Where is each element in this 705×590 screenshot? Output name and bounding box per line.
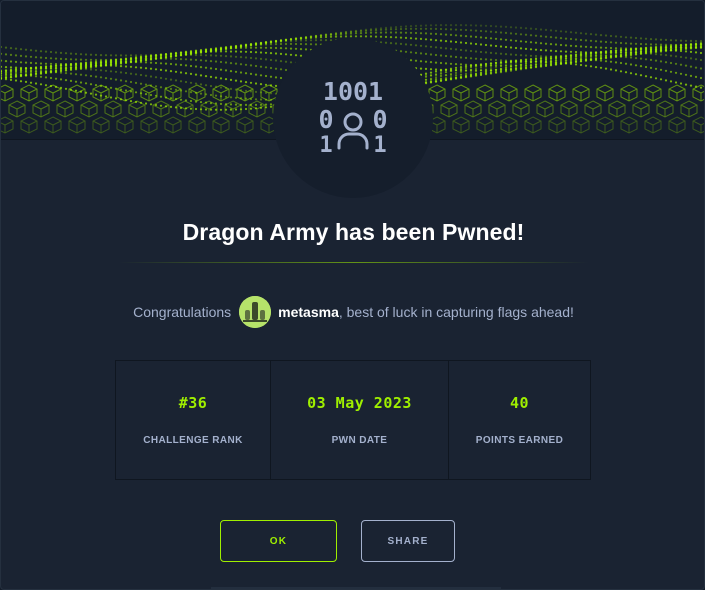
stat-label: POINTS EARNED: [475, 435, 564, 446]
share-button[interactable]: SHARE: [361, 520, 455, 562]
svg-text:0: 0: [318, 105, 333, 134]
pwned-modal: 1001 0 0 1 1 Dragon Army has been Pwned!…: [0, 0, 705, 590]
stat-label: PWN DATE: [331, 435, 388, 446]
congrats-prefix: Congratulations: [133, 304, 232, 320]
svg-text:1: 1: [373, 133, 386, 158]
stat-points-earned: 40 POINTS EARNED: [448, 361, 590, 479]
user-avatar[interactable]: [239, 296, 272, 328]
stats-panel: #36 CHALLENGE RANK 03 May 2023 PWN DATE …: [115, 360, 591, 480]
username-link[interactable]: metasma: [278, 304, 339, 320]
svg-text:1: 1: [319, 133, 332, 158]
title-divider: [119, 262, 589, 263]
stat-pwn-date: 03 May 2023 PWN DATE: [270, 361, 448, 479]
user-avatar-image: [239, 296, 272, 328]
congrats-suffix: , best of luck in capturing flags ahead!: [338, 304, 574, 320]
svg-text:0: 0: [372, 105, 387, 134]
challenge-avatar: 1001 0 0 1 1: [273, 38, 433, 198]
stat-value: 40: [509, 394, 530, 412]
binary-top-digits: 1001: [323, 77, 383, 106]
binary-user-icon: 1001 0 0 1 1: [318, 77, 387, 158]
stat-value: 03 May 2023: [307, 394, 412, 412]
stat-challenge-rank: #36 CHALLENGE RANK: [116, 361, 270, 479]
congrats-message: Congratulations metasma , best of luck i…: [1, 295, 704, 329]
stat-label: CHALLENGE RANK: [143, 435, 243, 446]
ok-button[interactable]: OK: [220, 520, 337, 562]
stat-value: #36: [178, 394, 208, 412]
modal-title: Dragon Army has been Pwned!: [182, 219, 525, 245]
